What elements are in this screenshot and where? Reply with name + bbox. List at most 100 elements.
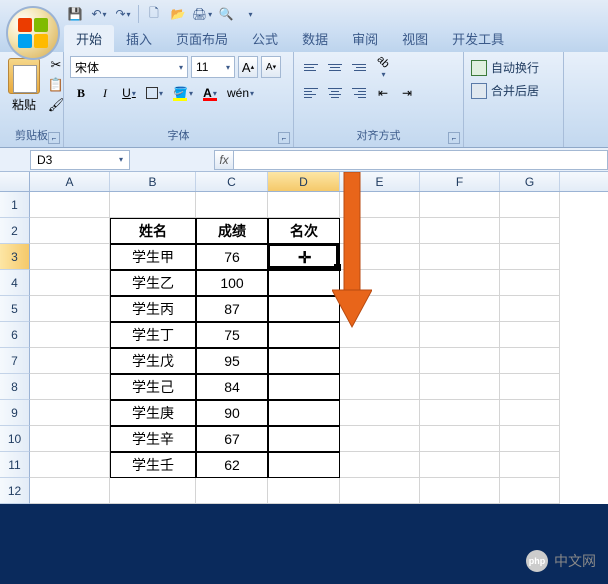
select-all-corner[interactable] bbox=[0, 172, 30, 191]
cells-area[interactable]: 姓名成绩名次学生甲76学生乙100学生丙87学生丁75学生戊95学生己84学生庚… bbox=[30, 192, 560, 504]
cell[interactable] bbox=[340, 400, 420, 426]
align-middle-button[interactable] bbox=[324, 56, 346, 78]
cell[interactable]: 76 bbox=[196, 244, 268, 270]
qat-redo-button[interactable]: ↷▾ bbox=[112, 3, 134, 25]
cell[interactable] bbox=[420, 270, 500, 296]
cell[interactable] bbox=[30, 426, 110, 452]
cell[interactable] bbox=[500, 478, 560, 504]
qat-undo-button[interactable]: ↶▾ bbox=[88, 3, 110, 25]
column-header-B[interactable]: B bbox=[110, 172, 196, 191]
cell[interactable]: 84 bbox=[196, 374, 268, 400]
cell[interactable] bbox=[420, 426, 500, 452]
cell[interactable] bbox=[110, 192, 196, 218]
cell[interactable] bbox=[340, 244, 420, 270]
qat-print-button[interactable]: 🖨▾ bbox=[191, 3, 213, 25]
paste-button[interactable]: 粘贴 bbox=[6, 56, 42, 124]
tab-视图[interactable]: 视图 bbox=[390, 25, 440, 52]
cell[interactable]: 90 bbox=[196, 400, 268, 426]
cell[interactable] bbox=[500, 426, 560, 452]
cell[interactable] bbox=[420, 348, 500, 374]
cell[interactable] bbox=[30, 296, 110, 322]
cell[interactable] bbox=[30, 348, 110, 374]
bold-button[interactable]: B bbox=[70, 82, 92, 104]
tab-审阅[interactable]: 审阅 bbox=[340, 25, 390, 52]
cell[interactable] bbox=[268, 296, 340, 322]
decrease-font-button[interactable]: A▾ bbox=[261, 56, 281, 78]
cell[interactable] bbox=[500, 270, 560, 296]
cell[interactable] bbox=[340, 218, 420, 244]
cell[interactable]: 学生乙 bbox=[110, 270, 196, 296]
row-header-1[interactable]: 1 bbox=[0, 192, 30, 218]
increase-indent-button[interactable]: ⇥ bbox=[396, 82, 418, 104]
cell[interactable] bbox=[420, 400, 500, 426]
name-box[interactable]: D3 ▾ bbox=[30, 150, 130, 170]
cell[interactable] bbox=[340, 270, 420, 296]
cell[interactable] bbox=[30, 374, 110, 400]
row-header-3[interactable]: 3 bbox=[0, 244, 30, 270]
cell[interactable] bbox=[268, 426, 340, 452]
cell[interactable] bbox=[340, 374, 420, 400]
cell[interactable]: 学生丁 bbox=[110, 322, 196, 348]
align-left-button[interactable] bbox=[300, 82, 322, 104]
font-name-select[interactable]: 宋体 ▾ bbox=[70, 56, 188, 78]
phonetic-button[interactable]: wén▾ bbox=[223, 82, 258, 104]
cell[interactable] bbox=[420, 192, 500, 218]
cell[interactable] bbox=[268, 374, 340, 400]
fill-color-button[interactable]: 🪣▾ bbox=[169, 82, 197, 104]
qat-preview-button[interactable]: 🔍 bbox=[215, 3, 237, 25]
qat-customize-button[interactable]: ▾ bbox=[239, 3, 261, 25]
cell[interactable] bbox=[268, 322, 340, 348]
formula-input[interactable] bbox=[234, 150, 608, 170]
cell[interactable] bbox=[500, 400, 560, 426]
row-header-2[interactable]: 2 bbox=[0, 218, 30, 244]
cell[interactable]: 姓名 bbox=[110, 218, 196, 244]
cell[interactable] bbox=[110, 478, 196, 504]
alignment-expand-button[interactable]: ⌐ bbox=[448, 132, 460, 144]
qat-open-button[interactable]: 📂 bbox=[167, 3, 189, 25]
cell[interactable] bbox=[30, 478, 110, 504]
cell[interactable]: 名次 bbox=[268, 218, 340, 244]
cell[interactable] bbox=[340, 426, 420, 452]
cell[interactable] bbox=[268, 478, 340, 504]
cell[interactable] bbox=[340, 478, 420, 504]
cell[interactable]: 学生辛 bbox=[110, 426, 196, 452]
cell[interactable]: 学生戊 bbox=[110, 348, 196, 374]
copy-button[interactable]: 📋 bbox=[46, 76, 66, 94]
cell[interactable] bbox=[30, 322, 110, 348]
cell[interactable] bbox=[500, 244, 560, 270]
insert-function-button[interactable]: fx bbox=[214, 150, 234, 170]
office-button[interactable] bbox=[6, 6, 60, 60]
cell[interactable] bbox=[30, 400, 110, 426]
cell[interactable] bbox=[420, 296, 500, 322]
tab-页面布局[interactable]: 页面布局 bbox=[164, 25, 240, 52]
cut-button[interactable]: ✂ bbox=[46, 56, 66, 74]
cell[interactable]: 成绩 bbox=[196, 218, 268, 244]
row-header-12[interactable]: 12 bbox=[0, 478, 30, 504]
wrap-text-button[interactable]: 自动换行 bbox=[468, 56, 559, 79]
clipboard-expand-button[interactable]: ⌐ bbox=[48, 132, 60, 144]
font-size-select[interactable]: 11 ▾ bbox=[191, 56, 235, 78]
row-header-11[interactable]: 11 bbox=[0, 452, 30, 478]
cell[interactable]: 95 bbox=[196, 348, 268, 374]
tab-开发工具[interactable]: 开发工具 bbox=[440, 25, 516, 52]
cell[interactable] bbox=[30, 270, 110, 296]
column-header-D[interactable]: D bbox=[268, 172, 340, 191]
row-header-10[interactable]: 10 bbox=[0, 426, 30, 452]
cell[interactable] bbox=[340, 296, 420, 322]
cell[interactable]: 62 bbox=[196, 452, 268, 478]
cell[interactable]: 87 bbox=[196, 296, 268, 322]
column-header-G[interactable]: G bbox=[500, 172, 560, 191]
orientation-button[interactable]: ab▾ bbox=[372, 56, 394, 78]
font-expand-button[interactable]: ⌐ bbox=[278, 132, 290, 144]
underline-button[interactable]: U▾ bbox=[118, 82, 140, 104]
align-bottom-button[interactable] bbox=[348, 56, 370, 78]
column-header-A[interactable]: A bbox=[30, 172, 110, 191]
cell[interactable]: 学生甲 bbox=[110, 244, 196, 270]
row-header-8[interactable]: 8 bbox=[0, 374, 30, 400]
cell[interactable] bbox=[30, 244, 110, 270]
increase-font-button[interactable]: A▴ bbox=[238, 56, 258, 78]
cell[interactable] bbox=[268, 244, 340, 270]
cell[interactable] bbox=[196, 478, 268, 504]
italic-button[interactable]: I bbox=[94, 82, 116, 104]
cell[interactable] bbox=[30, 192, 110, 218]
